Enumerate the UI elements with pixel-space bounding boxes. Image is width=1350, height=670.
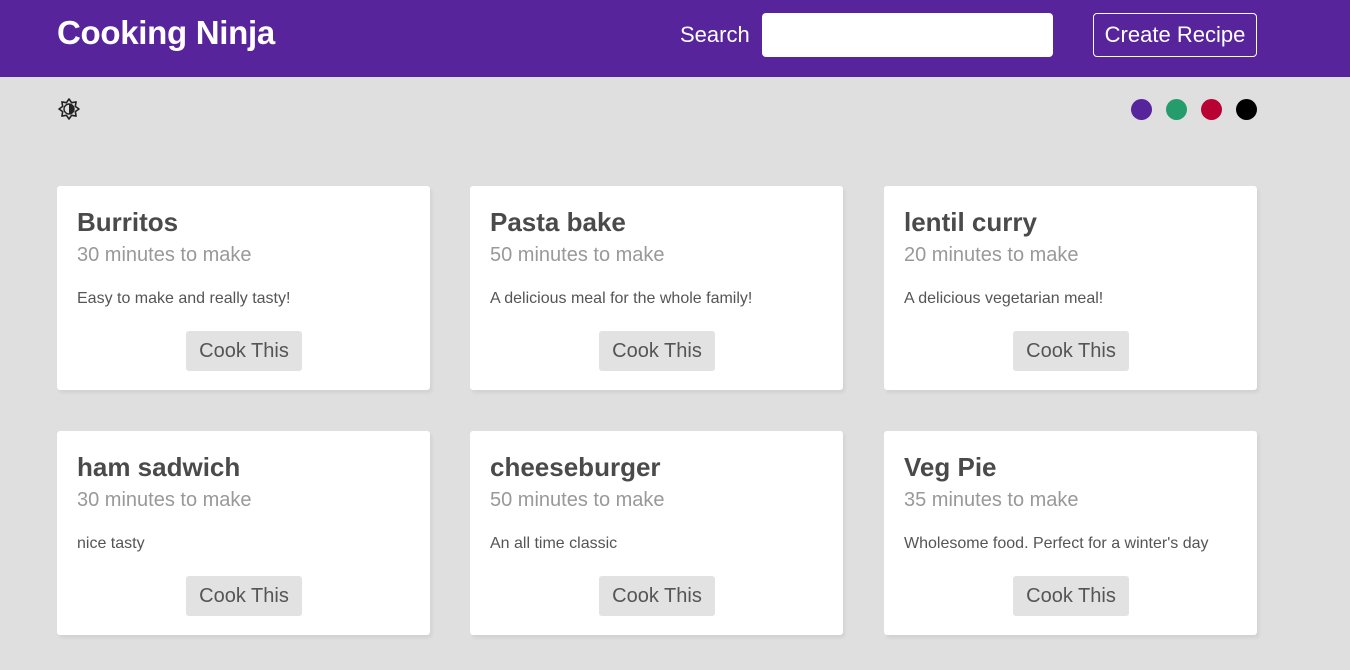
recipe-title: cheeseburger (490, 452, 661, 482)
recipe-time: 35 minutes to make (904, 489, 1079, 511)
recipe-description: nice tasty (77, 535, 145, 552)
recipe-time: 50 minutes to make (490, 244, 665, 266)
recipe-card: Burritos 30 minutes to make Easy to make… (57, 186, 430, 390)
recipe-description: Wholesome food. Perfect for a winter's d… (904, 535, 1209, 552)
cook-this-button[interactable]: Cook This (599, 576, 715, 616)
recipe-time: 50 minutes to make (490, 489, 665, 511)
recipe-card: cheeseburger 50 minutes to make An all t… (470, 431, 843, 635)
cook-this-button[interactable]: Cook This (1013, 331, 1129, 371)
cook-this-button[interactable]: Cook This (186, 331, 302, 371)
recipe-description: Easy to make and really tasty! (77, 290, 291, 307)
recipe-card: ham sadwich 30 minutes to make nice tast… (57, 431, 430, 635)
recipe-title: Pasta bake (490, 207, 626, 237)
recipe-title: Burritos (77, 207, 179, 237)
recipe-time: 30 minutes to make (77, 489, 252, 511)
color-swatch-red[interactable] (1201, 99, 1222, 120)
recipe-time: 20 minutes to make (904, 244, 1079, 266)
recipe-description: A delicious meal for the whole family! (490, 290, 753, 307)
recipe-description: An all time classic (490, 535, 618, 552)
recipe-card: Pasta bake 50 minutes to make A deliciou… (470, 186, 843, 390)
navbar: Cooking Ninja Search Create Recipe (0, 0, 1350, 77)
color-swatch-green[interactable] (1166, 99, 1187, 120)
color-swatch-black[interactable] (1236, 99, 1257, 120)
recipe-card: lentil curry 20 minutes to make A delici… (884, 186, 1257, 390)
recipe-title: lentil curry (904, 207, 1037, 237)
recipe-card: Veg Pie 35 minutes to make Wholesome foo… (884, 431, 1257, 635)
recipe-title: ham sadwich (77, 452, 241, 482)
brightness-half-icon[interactable] (57, 97, 81, 121)
cook-this-button[interactable]: Cook This (599, 331, 715, 371)
color-swatch-purple[interactable] (1131, 99, 1152, 120)
recipe-title: Veg Pie (904, 452, 997, 482)
cook-this-button[interactable]: Cook This (186, 576, 302, 616)
recipe-description: A delicious vegetarian meal! (904, 290, 1104, 307)
brand-logo[interactable]: Cooking Ninja (57, 14, 275, 52)
cook-this-button[interactable]: Cook This (1013, 576, 1129, 616)
search-input[interactable] (762, 13, 1053, 57)
create-recipe-button[interactable]: Create Recipe (1093, 13, 1257, 57)
search-label: Search (680, 22, 750, 47)
recipe-time: 30 minutes to make (77, 244, 252, 266)
